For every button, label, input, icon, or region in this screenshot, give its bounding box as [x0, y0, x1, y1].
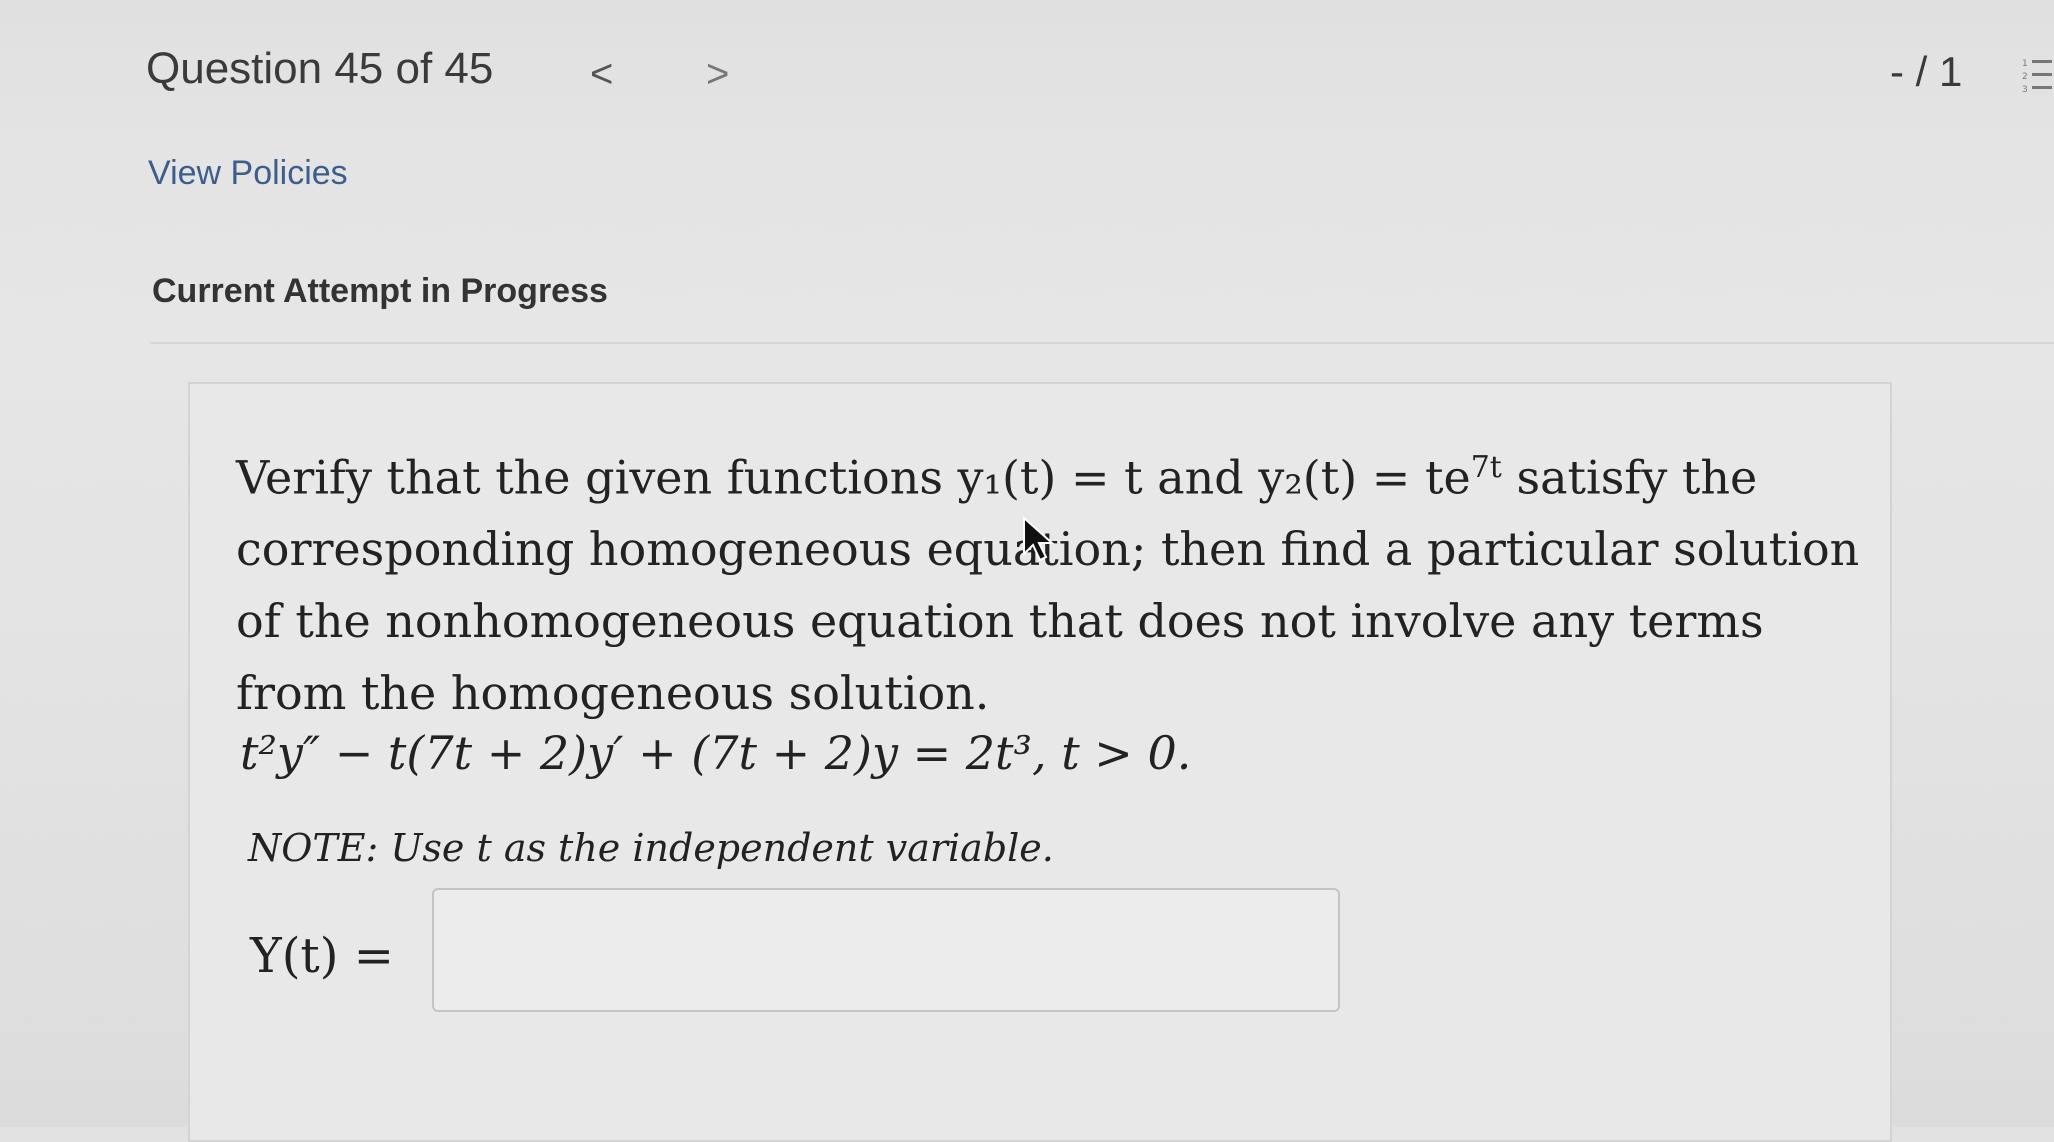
- view-policies-link[interactable]: View Policies: [148, 154, 348, 193]
- mouse-cursor-icon: [1022, 515, 1058, 562]
- previous-question-button[interactable]: <: [590, 52, 613, 97]
- svg-text:3: 3: [2022, 85, 2028, 95]
- svg-text:1: 1: [2022, 59, 2028, 69]
- differential-equation: t²y″ − t(7t + 2)y′ + (7t + 2)y = 2t³, t …: [240, 726, 1192, 780]
- question-score: - / 1: [1890, 48, 1963, 95]
- chevron-right-icon: >: [706, 52, 730, 96]
- problem-note: NOTE: Use t as the independent variable.: [248, 826, 1054, 870]
- exponent: 7t: [1470, 450, 1502, 485]
- answer-input[interactable]: [432, 888, 1340, 1012]
- next-question-button[interactable]: >: [706, 52, 729, 97]
- list-icon[interactable]: 1 2 3: [2022, 56, 2052, 96]
- problem-statement: Verify that the given functions y₁(t) = …: [236, 432, 1876, 729]
- divider: [150, 342, 2054, 344]
- attempt-status: Current Attempt in Progress: [152, 272, 608, 310]
- answer-label: Y(t) =: [250, 928, 394, 984]
- chevron-left-icon: <: [590, 52, 614, 96]
- problem-intro: Verify that the given functions y₁(t) = …: [236, 450, 1471, 505]
- svg-text:2: 2: [2022, 72, 2028, 82]
- question-title: Question 45 of 45: [146, 44, 494, 93]
